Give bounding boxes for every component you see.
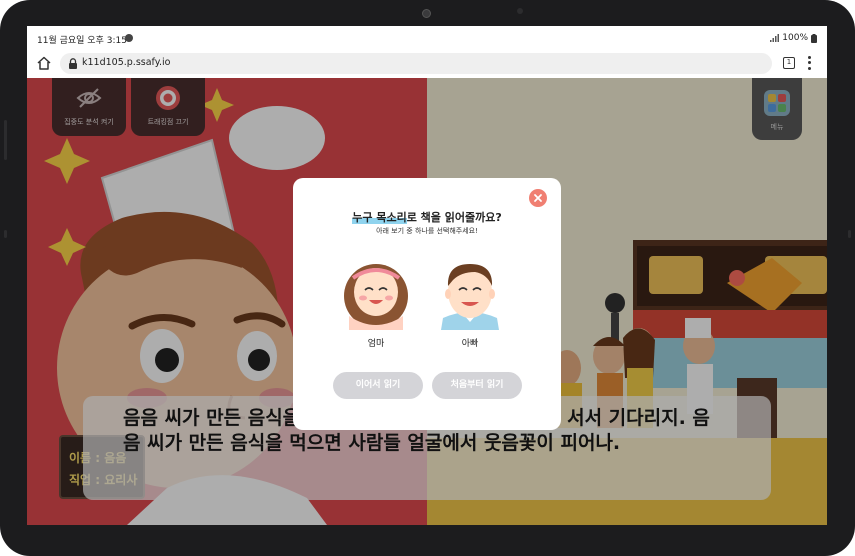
close-button[interactable] [529, 189, 547, 207]
dad-label: 아빠 [461, 339, 479, 349]
tablet-frame: 11월 금요일 오후 3:15 100% k11d105.p.ssafy.io … [0, 0, 855, 556]
sensor [517, 8, 523, 14]
dialog-subtitle: 아래 보기 중 하나를 선택해주세요! [376, 227, 478, 235]
mom-voice-option[interactable]: 엄마 [343, 256, 409, 349]
battery-percent: 100% [782, 33, 808, 43]
read-from-start-button[interactable]: 처음부터 읽기 [432, 372, 522, 399]
more-options-icon[interactable] [806, 55, 812, 71]
battery-icon [811, 33, 817, 43]
dad-avatar [441, 264, 499, 330]
browser-toolbar: k11d105.p.ssafy.io 1 [27, 50, 827, 78]
tab-switcher-icon[interactable]: 1 [783, 57, 795, 69]
side-button [4, 230, 7, 238]
lock-icon [69, 58, 77, 69]
storybook-page: 집중도 분석 켜기 트래킹점 끄기 메뉴 이름 : 음음 직업 : 요리사 음음… [27, 78, 827, 525]
dialog-title: 누구 목소리로 책을 읽어줄까요? [293, 209, 561, 225]
front-camera [422, 9, 431, 18]
dialog-title-rest: 로 책을 읽어줄까요? [406, 211, 502, 224]
status-time: 11월 금요일 오후 3:15 [37, 36, 127, 46]
voice-select-dialog: 누구 목소리로 책을 읽어줄까요? 아래 보기 중 하나를 선택해주세요! 엄마… [293, 178, 561, 430]
address-bar[interactable]: k11d105.p.ssafy.io [60, 53, 772, 74]
mom-avatar [344, 264, 408, 330]
mom-label: 엄마 [367, 339, 385, 349]
dad-voice-option[interactable]: 아빠 [437, 256, 503, 349]
continue-reading-button[interactable]: 이어서 읽기 [333, 372, 423, 399]
status-bar: 11월 금요일 오후 3:15 100% [27, 26, 827, 50]
url-text: k11d105.p.ssafy.io [82, 57, 171, 68]
close-icon [534, 194, 542, 202]
signal-icon [770, 34, 780, 42]
home-icon[interactable] [36, 55, 52, 71]
status-indicators: 100% [770, 33, 817, 43]
dialog-title-highlight: 누구 목소리 [352, 211, 407, 224]
notification-icon [125, 34, 133, 42]
side-button [848, 230, 851, 238]
screen: 11월 금요일 오후 3:15 100% k11d105.p.ssafy.io … [27, 26, 827, 525]
side-button [4, 120, 7, 160]
